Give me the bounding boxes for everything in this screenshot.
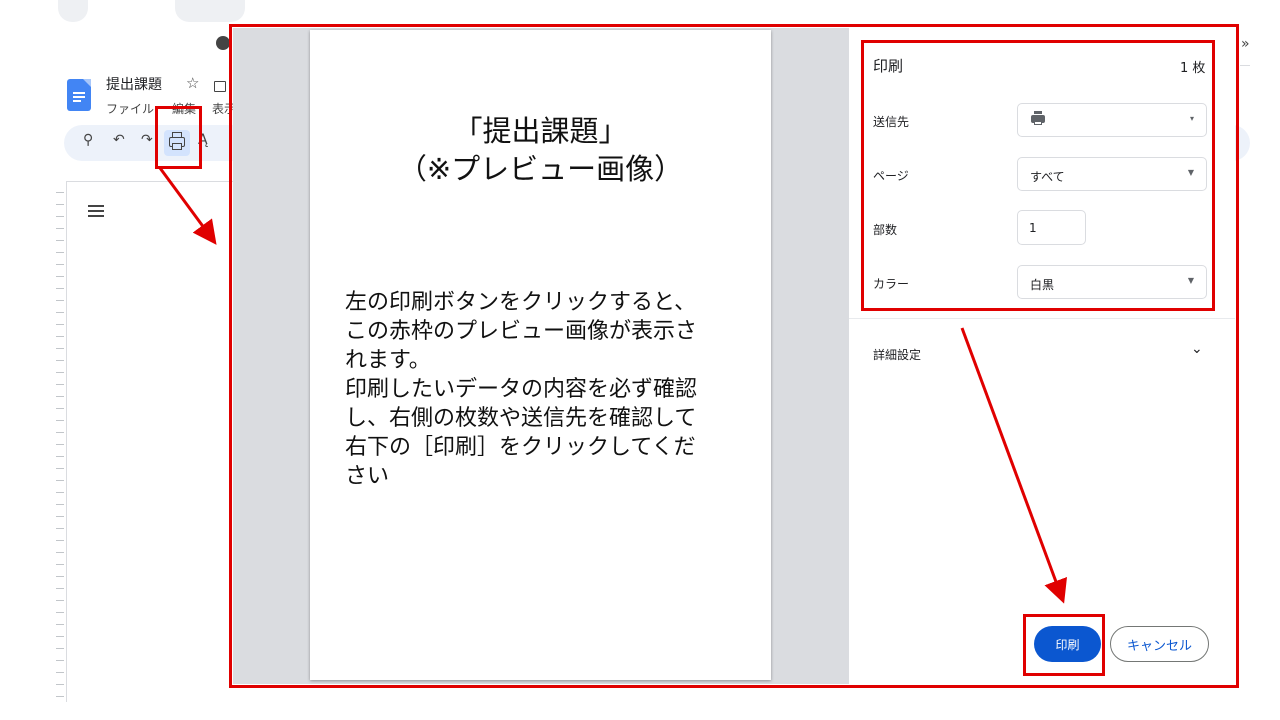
annotation-arrow-to-preview [158,167,217,245]
annotation-arrows [158,167,1068,604]
annotation-arrow-to-print-button [960,327,1068,604]
